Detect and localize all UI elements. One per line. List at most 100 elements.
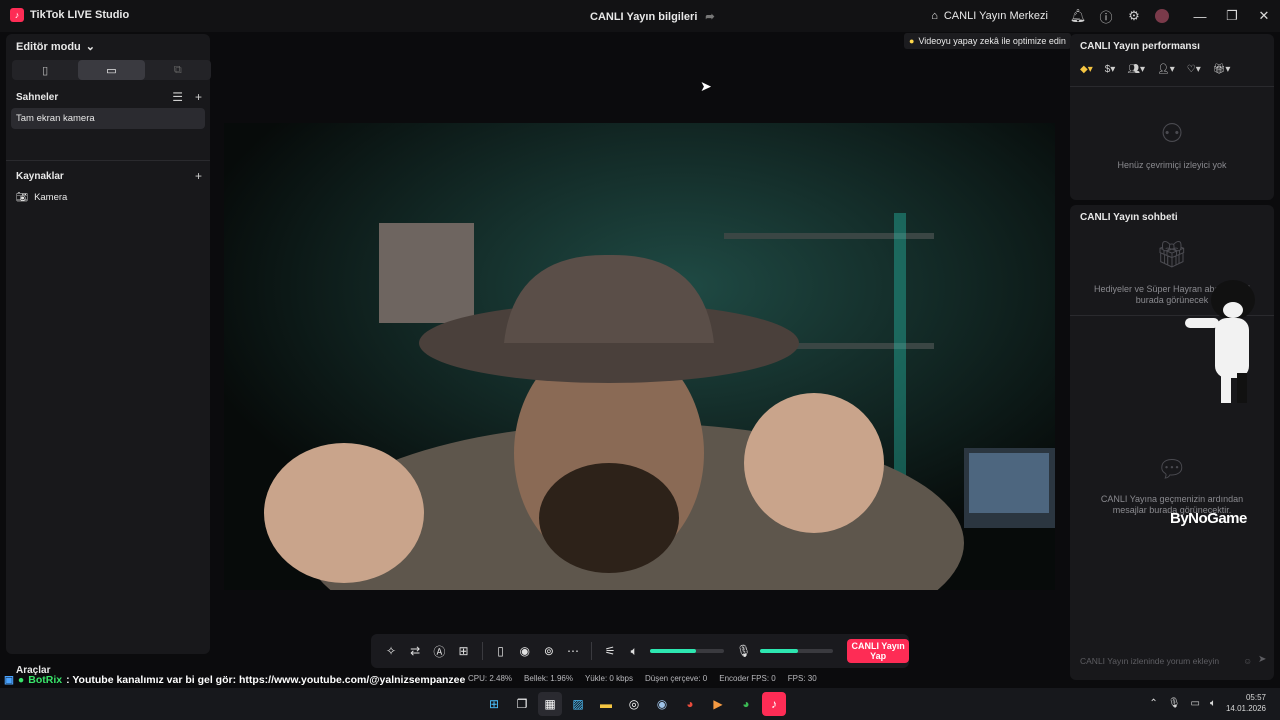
new-followers-icon[interactable]: 👤︎▾: [1157, 64, 1175, 75]
add-overlay-icon[interactable]: ⊞: [451, 639, 475, 664]
scene-item[interactable]: Tam ekran kamera: [11, 108, 205, 129]
tray-microphone-icon[interactable]: 🎙︎: [1168, 698, 1181, 709]
effects-wand-icon[interactable]: ✧: [379, 639, 403, 664]
steam-icon[interactable]: ◉: [650, 692, 674, 716]
mic-volume-slider[interactable]: [759, 649, 834, 653]
volume-icon[interactable]: 🔈︎: [1210, 698, 1216, 709]
record-icon[interactable]: ◉: [513, 639, 537, 664]
app-name: TikTok LIVE Studio: [30, 9, 130, 21]
chat-panel: CANLI Yayın sohbeti 🎁︎ Hediyeler ve Süpe…: [1070, 205, 1274, 680]
photos-icon[interactable]: ▨: [566, 692, 590, 716]
cpu-stat: CPU: 2.48%: [468, 674, 513, 683]
viewers-icon[interactable]: 👥︎▾: [1127, 64, 1145, 75]
divider: [6, 160, 210, 161]
bell-icon[interactable]: 🔔︎: [1064, 0, 1092, 32]
live-info-title[interactable]: CANLI Yayın bilgileri ➦: [590, 10, 715, 24]
editor-mode-dropdown[interactable]: Editör modu ⌄: [16, 40, 95, 54]
tiktok-logo-icon: ♪: [10, 8, 24, 22]
speaker-volume-fill: [650, 649, 696, 653]
performance-title: CANLI Yayın performansı: [1080, 41, 1200, 52]
camera-preview[interactable]: [224, 123, 1055, 590]
empty-viewers-message: Henüz çevrimiçi izleyici yok: [1117, 160, 1227, 170]
mic-volume-fill: [759, 649, 798, 653]
clock-date: 14.01.2026: [1225, 704, 1266, 713]
microphone-icon[interactable]: 🎙︎: [732, 639, 756, 664]
live-center-button[interactable]: ⌂ CANLI Yayın Merkezi: [931, 10, 1048, 22]
gift-icon[interactable]: 🎁︎▾: [1213, 64, 1231, 75]
separator: [591, 642, 593, 660]
emoji-icon[interactable]: ☺: [1243, 656, 1252, 666]
ticker-user: BotRix: [28, 674, 63, 686]
scenes-heading: Sahneler: [16, 92, 59, 103]
obs-icon[interactable]: ◎: [622, 692, 646, 716]
performance-metrics: ◆▾ $▾ 👥︎▾ 👤︎▾ ♡▾ 🎁︎▾: [1080, 64, 1230, 75]
speaker-volume-slider[interactable]: [650, 649, 724, 653]
audio-mixer-icon[interactable]: ⚟: [598, 639, 622, 664]
home-icon: ⌂: [931, 10, 938, 22]
upload-stat: Yükle: 0 kbps: [584, 674, 633, 683]
list-icon[interactable]: ☰: [172, 90, 183, 104]
maximize-button[interactable]: ❐: [1216, 0, 1248, 32]
help-icon[interactable]: ⓘ: [1092, 0, 1120, 32]
chrome-profile-icon[interactable]: ◕: [734, 692, 758, 716]
sources-heading: Kaynaklar: [16, 171, 64, 182]
app-brand: ♪ TikTok LIVE Studio: [10, 8, 129, 22]
windows-start-icon[interactable]: ⊞: [482, 692, 506, 716]
cat-overlay-image: [1185, 280, 1255, 403]
tray-chevron-up-icon[interactable]: ⌃: [1149, 698, 1157, 709]
landscape-mode-button[interactable]: ▭: [78, 60, 145, 80]
source-item-camera[interactable]: 📷︎ Kamera: [16, 192, 67, 203]
system-tray: ⌃ 🎙︎ ▭ 🔈︎ 05:57 14.01.2026: [1149, 692, 1266, 714]
chat-ticker: ▣ ● BotRix : Youtube kanalımız var bi ge…: [4, 674, 465, 686]
go-live-button[interactable]: CANLI Yayın Yap: [847, 639, 910, 663]
tiktok-live-studio-icon[interactable]: ♪: [762, 692, 786, 716]
minimize-button[interactable]: —: [1184, 0, 1216, 32]
verified-icon: ●: [17, 674, 25, 686]
dual-mode-button[interactable]: ⧉: [145, 60, 211, 80]
send-icon[interactable]: ➤: [1258, 654, 1266, 665]
windows-taskbar: ⊞ ❐ ▦ ▨ ▬ ◎ ◉ ◕ ▶ ◕ ♪ ⌃ 🎙︎ ▭ 🔈︎ 05:57 14…: [0, 688, 1280, 720]
share-icon[interactable]: ➦: [705, 10, 714, 23]
gear-icon[interactable]: ⚙: [1120, 0, 1148, 32]
media-player-icon[interactable]: ▶: [706, 692, 730, 716]
mouse-cursor-icon: ➤: [700, 78, 712, 94]
chat-input[interactable]: CANLI Yayın izleninde yorum ekleyin ☺: [1076, 651, 1256, 671]
add-scene-button[interactable]: +: [195, 90, 202, 104]
stream-stats: CPU: 2.48% Bellek: 1.96% Yükle: 0 kbps D…: [468, 674, 817, 683]
orientation-switch: ▯ ▭ ⧉: [12, 60, 211, 80]
editor-mode-label: Editör modu: [16, 40, 81, 53]
phone-icon[interactable]: ▯: [489, 639, 513, 664]
ai-icon[interactable]: Ⓐ: [427, 639, 451, 664]
add-source-button[interactable]: +: [195, 169, 202, 183]
virtual-camera-icon[interactable]: ⊚: [537, 639, 561, 664]
chrome-icon[interactable]: ◕: [678, 692, 702, 716]
heart-icon[interactable]: ♡▾: [1187, 64, 1201, 75]
translate-icon[interactable]: ⇄: [403, 639, 427, 664]
watermark-logo: ByNoGame: [1170, 510, 1247, 527]
live-info-label: CANLI Yayın bilgileri: [590, 10, 698, 23]
clock-time: 05:57: [1245, 693, 1266, 702]
bot-icon: ▣: [4, 674, 14, 686]
close-button[interactable]: ✕: [1248, 0, 1280, 32]
empty-viewers-illustration-icon: ⚇: [1160, 118, 1184, 148]
monitor-icon[interactable]: ▭: [1191, 698, 1200, 709]
memory-stat: Bellek: 1.96%: [524, 674, 573, 683]
title-bar: ♪ TikTok LIVE Studio CANLI Yayın bilgile…: [0, 0, 1280, 32]
camera-icon: 📷︎: [16, 192, 29, 203]
speaker-icon[interactable]: 🔈︎: [622, 639, 646, 664]
coin-icon[interactable]: $▾: [1105, 64, 1116, 75]
performance-panel: CANLI Yayın performansı ◆▾ $▾ 👥︎▾ 👤︎▾ ♡▾…: [1070, 34, 1274, 200]
portrait-mode-button[interactable]: ▯: [12, 60, 78, 80]
clock[interactable]: 05:57 14.01.2026: [1226, 692, 1266, 714]
camera-feed-image: [224, 123, 1055, 590]
app-icon[interactable]: ▦: [538, 692, 562, 716]
chat-input-placeholder: CANLI Yayın izleninde yorum ekleyin: [1080, 656, 1220, 666]
more-options-icon[interactable]: ⋯: [561, 639, 585, 664]
task-view-icon[interactable]: ❐: [510, 692, 534, 716]
diamond-icon[interactable]: ◆▾: [1080, 64, 1093, 75]
source-label: Kamera: [34, 192, 68, 203]
file-explorer-icon[interactable]: ▬: [594, 692, 618, 716]
ai-optimize-tip[interactable]: ● Videoyu yapay zekâ ile optimize edin: [904, 33, 1071, 49]
avatar[interactable]: [1148, 0, 1176, 32]
dropped-frames-stat: Düşen çerçeve: 0: [644, 674, 708, 683]
